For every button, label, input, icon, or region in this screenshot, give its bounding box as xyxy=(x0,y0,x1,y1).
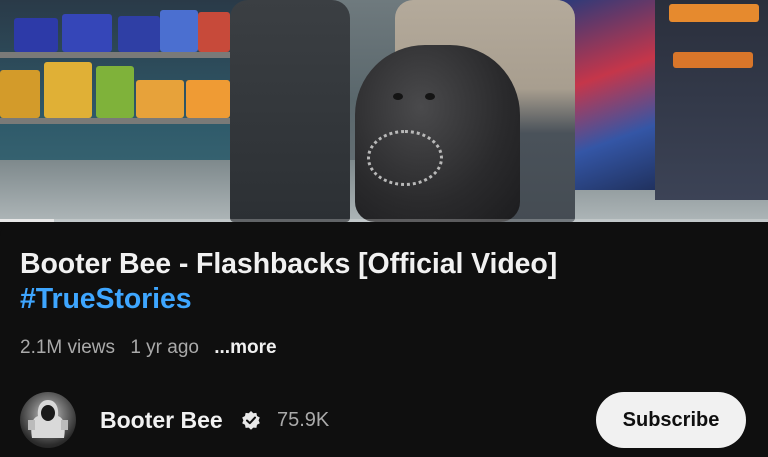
video-frame-shelf-right xyxy=(655,0,768,200)
hashtag-link[interactable]: #TrueStories xyxy=(20,282,720,317)
video-title-text: Booter Bee - Flashbacks [Official Video] xyxy=(20,248,558,280)
more-link[interactable]: ...more xyxy=(214,337,276,358)
snack-bag xyxy=(118,16,160,52)
video-frame-mural xyxy=(560,0,665,190)
snack-bag xyxy=(0,70,40,118)
dog-chain xyxy=(367,130,443,186)
verified-badge-icon xyxy=(242,411,260,430)
channel-name[interactable]: Booter Bee xyxy=(100,407,223,434)
dog-eye xyxy=(393,93,403,100)
snack-bag xyxy=(44,62,92,118)
view-count: 2.1M views xyxy=(20,337,116,358)
snack-bag xyxy=(96,66,134,118)
snack-bag xyxy=(673,52,753,68)
video-meta[interactable]: 2.1M views 1 yr ago ...more xyxy=(20,337,287,359)
upload-age: 1 yr ago xyxy=(130,337,199,358)
video-title[interactable]: Booter Bee - Flashbacks [Official Video]… xyxy=(20,247,720,317)
snack-bag xyxy=(62,14,112,52)
shelf xyxy=(0,52,265,58)
avatar[interactable] xyxy=(20,392,76,448)
snack-bag xyxy=(186,80,230,118)
snack-bag xyxy=(14,18,58,52)
snack-bag xyxy=(198,12,230,52)
video-player[interactable] xyxy=(0,0,768,222)
subscribe-button[interactable]: Subscribe xyxy=(596,392,746,448)
avatar-figure-icon xyxy=(28,400,68,438)
subscriber-count: 75.9K xyxy=(277,409,330,431)
video-frame-person xyxy=(230,0,350,222)
snack-bag xyxy=(136,80,184,118)
snack-bag xyxy=(160,10,198,52)
dog-eye xyxy=(425,93,435,100)
snack-bag xyxy=(669,4,759,22)
channel-row: Booter Bee 75.9K Subscribe xyxy=(20,390,748,450)
video-frame-dog xyxy=(355,45,520,222)
